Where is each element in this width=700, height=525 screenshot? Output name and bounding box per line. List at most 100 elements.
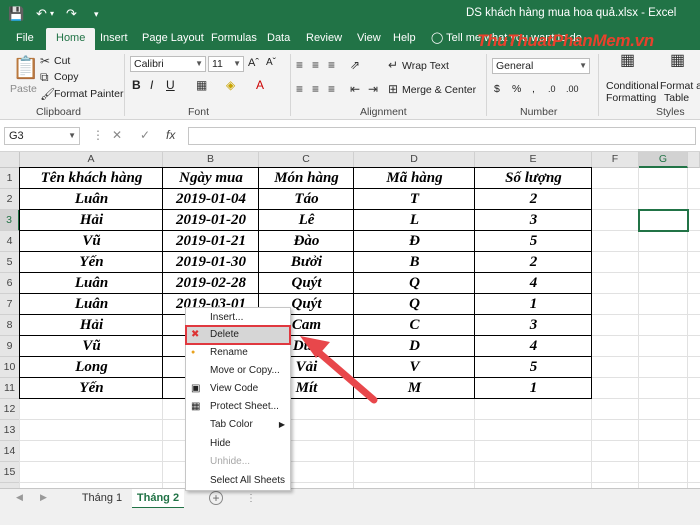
table-cell[interactable]: M <box>354 378 475 399</box>
table-cell[interactable]: B <box>354 252 475 273</box>
column-header-f[interactable]: F <box>592 152 639 168</box>
table-cell[interactable]: Lê <box>259 210 354 231</box>
menu-item-insert[interactable]: Insert... <box>186 309 290 327</box>
tab-formulas[interactable]: Formulas <box>209 28 259 50</box>
table-cell[interactable]: 3 <box>475 315 592 336</box>
table-cell[interactable]: 2019-01-20 <box>163 210 259 231</box>
table-cell[interactable]: Q <box>354 273 475 294</box>
align-top-icon[interactable]: ≡ <box>296 58 303 72</box>
align-middle-icon[interactable]: ≡ <box>312 58 319 72</box>
table-cell[interactable]: C <box>354 315 475 336</box>
format-painter-icon[interactable]: 🖌 <box>40 87 55 101</box>
row-header-6[interactable]: 6 <box>0 273 20 294</box>
orientation-icon[interactable]: ⇗ <box>350 58 360 72</box>
format-painter-button[interactable]: Format Painter <box>54 87 123 101</box>
paste-icon[interactable]: 📋 <box>12 56 39 80</box>
column-header-b[interactable]: B <box>163 152 259 168</box>
decrease-decimal-icon[interactable]: .00 <box>566 82 579 96</box>
sheet-tab-thang-1[interactable]: Tháng 1 <box>76 489 128 509</box>
tab-insert[interactable]: Insert <box>98 28 130 50</box>
merge-center-button[interactable]: Merge & Center <box>402 83 476 97</box>
tab-view[interactable]: View <box>355 28 383 50</box>
table-cell[interactable]: 4 <box>475 273 592 294</box>
row-header-1[interactable]: 1 <box>0 168 20 189</box>
row-header-12[interactable]: 12 <box>0 399 20 420</box>
table-header-cell[interactable]: Mã hàng <box>354 168 475 189</box>
table-cell[interactable]: Luân <box>20 294 163 315</box>
tab-home[interactable]: Home <box>46 28 96 50</box>
row-header-9[interactable]: 9 <box>0 336 20 357</box>
tab-help[interactable]: Help <box>391 28 418 50</box>
menu-item-move-or-copy[interactable]: Move or Copy... <box>186 362 290 380</box>
table-cell[interactable]: Vũ <box>20 231 163 252</box>
column-header-c[interactable]: C <box>259 152 354 168</box>
insert-function-icon[interactable]: fx <box>166 128 175 142</box>
table-cell[interactable]: Q <box>354 294 475 315</box>
menu-item-delete[interactable]: ✖ Delete <box>185 325 291 345</box>
font-color-icon[interactable]: A <box>256 78 264 92</box>
number-format-combo[interactable]: General ▼ <box>492 58 590 74</box>
tab-file[interactable]: File <box>14 28 36 50</box>
table-cell[interactable]: Yến <box>20 378 163 399</box>
row-header-8[interactable]: 8 <box>0 315 20 336</box>
table-cell[interactable]: Luân <box>20 273 163 294</box>
table-cell[interactable]: Luân <box>20 189 163 210</box>
table-header-cell[interactable]: Tên khách hàng <box>20 168 163 189</box>
undo-icon[interactable]: ↶ <box>36 6 47 22</box>
row-header-7[interactable]: 7 <box>0 294 20 315</box>
column-header-a[interactable]: A <box>20 152 163 168</box>
sheet-tab-thang-2[interactable]: Tháng 2 <box>132 489 184 509</box>
menu-item-protect-sheet[interactable]: ▦ Protect Sheet... <box>186 398 290 416</box>
table-cell[interactable]: Long <box>20 357 163 378</box>
align-left-icon[interactable]: ≡ <box>296 82 303 96</box>
row-header-3[interactable]: 3 <box>0 210 20 231</box>
underline-button[interactable]: U <box>166 78 175 92</box>
tab-data[interactable]: Data <box>265 28 292 50</box>
table-cell[interactable]: 2 <box>475 189 592 210</box>
cancel-icon[interactable]: ✕ <box>112 128 122 142</box>
add-sheet-icon[interactable]: + <box>209 491 223 505</box>
table-cell[interactable]: 2019-01-21 <box>163 231 259 252</box>
row-header-4[interactable]: 4 <box>0 231 20 252</box>
table-cell[interactable]: D <box>354 336 475 357</box>
italic-button[interactable]: I <box>150 78 153 92</box>
table-cell[interactable]: T <box>354 189 475 210</box>
percent-icon[interactable]: % <box>512 82 521 96</box>
wrap-text-button[interactable]: Wrap Text <box>402 59 449 73</box>
scroll-right-icon[interactable]: ▶ <box>40 492 47 503</box>
comma-style-icon[interactable]: , <box>532 82 535 96</box>
currency-icon[interactable]: $ <box>494 82 500 96</box>
borders-icon[interactable]: ▦ <box>196 78 207 92</box>
table-cell[interactable]: 2019-01-30 <box>163 252 259 273</box>
increase-decimal-icon[interactable]: .0 <box>548 82 556 96</box>
menu-item-select-all-sheets[interactable]: Select All Sheets <box>186 472 290 490</box>
table-cell[interactable]: 2 <box>475 252 592 273</box>
worksheet-grid[interactable]: ABCDEFG1234567891011121314151617Tên khác… <box>0 152 700 525</box>
menu-item-rename[interactable]: ● Rename <box>186 344 290 362</box>
decrease-indent-icon[interactable]: ⇤ <box>350 82 360 96</box>
row-header-11[interactable]: 11 <box>0 378 20 399</box>
table-cell[interactable]: V <box>354 357 475 378</box>
table-cell[interactable]: L <box>354 210 475 231</box>
table-cell[interactable]: Bưởi <box>259 252 354 273</box>
align-bottom-icon[interactable]: ≡ <box>328 58 335 72</box>
align-center-icon[interactable]: ≡ <box>312 82 319 96</box>
format-as-table-button-line2[interactable]: Table <box>664 91 689 105</box>
table-cell[interactable]: 2019-01-04 <box>163 189 259 210</box>
column-header-g[interactable]: G <box>639 152 688 168</box>
merge-center-icon[interactable]: ⊞ <box>388 82 398 96</box>
enter-icon[interactable]: ✓ <box>140 128 150 142</box>
font-size-combo[interactable]: 11 ▼ <box>208 56 244 72</box>
table-cell[interactable]: Đào <box>259 231 354 252</box>
redo-icon[interactable]: ↷ <box>66 6 77 22</box>
name-box[interactable]: G3 ▼ <box>4 127 80 145</box>
bold-button[interactable]: B <box>132 78 141 92</box>
table-cell[interactable]: Quýt <box>259 273 354 294</box>
menu-item-view-code[interactable]: ▣ View Code <box>186 380 290 398</box>
table-cell[interactable]: 5 <box>475 357 592 378</box>
column-header-d[interactable]: D <box>354 152 475 168</box>
copy-button[interactable]: Copy <box>54 70 79 84</box>
table-header-cell[interactable]: Ngày mua <box>163 168 259 189</box>
table-cell[interactable]: Đ <box>354 231 475 252</box>
table-cell[interactable]: Hải <box>20 315 163 336</box>
